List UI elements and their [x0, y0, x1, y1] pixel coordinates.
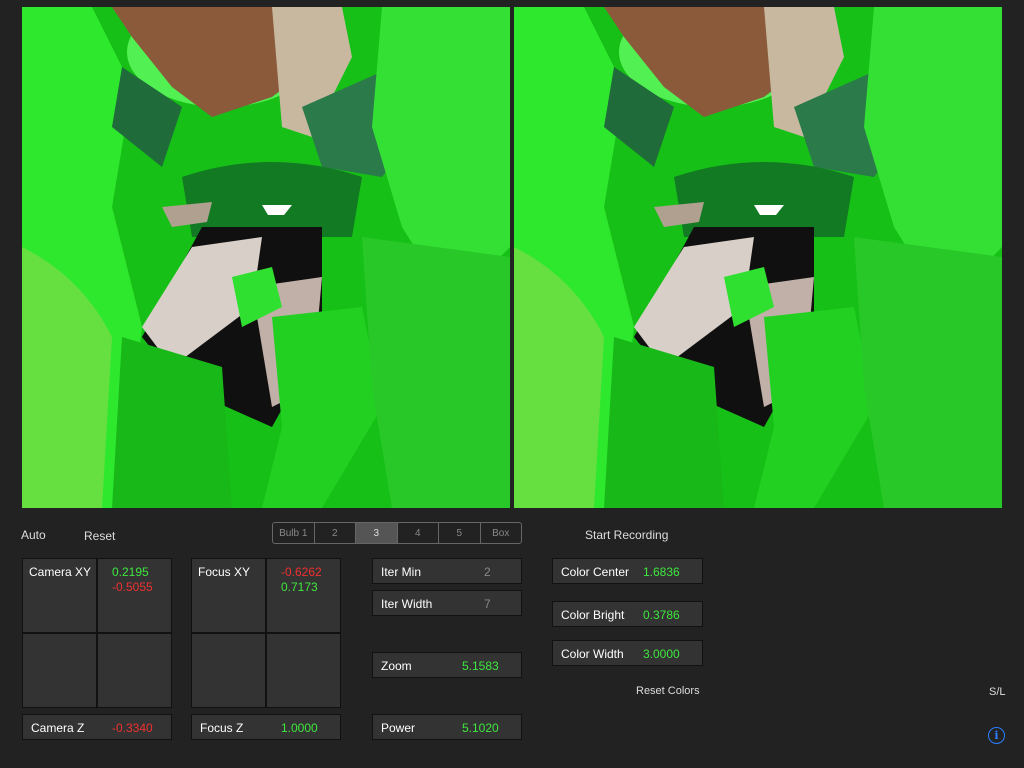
- fractal-render-right: [514, 7, 1002, 508]
- zoom-value: 5.1583: [462, 659, 499, 673]
- iter-min-widget[interactable]: Iter Min 2: [372, 558, 522, 584]
- color-width-value: 3.0000: [643, 647, 680, 661]
- tab-box[interactable]: Box: [481, 523, 522, 543]
- focus-xy-pad[interactable]: [191, 558, 341, 708]
- fractal-view-left[interactable]: [22, 7, 510, 508]
- fractal-render-left: [22, 7, 510, 508]
- camera-xy-label: Camera XY: [29, 565, 92, 579]
- color-bright-widget[interactable]: Color Bright 0.3786: [552, 601, 703, 627]
- focus-z-value: 1.0000: [281, 721, 318, 735]
- iter-min-value: 2: [484, 565, 491, 579]
- auto-button[interactable]: Auto: [21, 528, 46, 542]
- focus-y-value: 0.7173: [281, 580, 318, 594]
- color-width-label: Color Width: [561, 647, 624, 661]
- color-bright-label: Color Bright: [561, 608, 625, 622]
- camera-z-label: Camera Z: [31, 721, 85, 735]
- reset-button[interactable]: Reset: [84, 529, 115, 543]
- color-center-label: Color Center: [561, 565, 630, 579]
- tab-3[interactable]: 3: [356, 523, 398, 543]
- zoom-label: Zoom: [381, 659, 412, 673]
- camera-z-widget[interactable]: Camera Z -0.3340: [22, 714, 172, 740]
- focus-xy-label: Focus XY: [198, 565, 251, 579]
- tab-bulb-1[interactable]: Bulb 1: [273, 523, 315, 543]
- tab-2[interactable]: 2: [315, 523, 356, 543]
- iter-width-label: Iter Width: [381, 597, 433, 611]
- color-center-widget[interactable]: Color Center 1.6836: [552, 558, 703, 584]
- tab-5[interactable]: 5: [439, 523, 481, 543]
- pad-cell: [192, 634, 265, 707]
- zoom-widget[interactable]: Zoom 5.1583: [372, 652, 522, 678]
- camera-y-value: -0.5055: [112, 580, 153, 594]
- formula-selector: Bulb 1 2 3 4 5 Box: [272, 522, 522, 544]
- color-bright-value: 0.3786: [643, 608, 680, 622]
- color-width-widget[interactable]: Color Width 3.0000: [552, 640, 703, 666]
- info-icon[interactable]: i: [988, 727, 1005, 744]
- tab-4[interactable]: 4: [398, 523, 439, 543]
- start-recording-button[interactable]: Start Recording: [585, 528, 668, 542]
- color-center-value: 1.6836: [643, 565, 680, 579]
- iter-width-value: 7: [484, 597, 491, 611]
- focus-z-widget[interactable]: Focus Z 1.0000: [191, 714, 341, 740]
- pad-cell: [267, 634, 340, 707]
- power-label: Power: [381, 721, 416, 735]
- pad-cell: [23, 634, 96, 707]
- fractal-view-right[interactable]: [514, 7, 1002, 508]
- reset-colors-button[interactable]: Reset Colors: [636, 685, 700, 697]
- pad-cell: [98, 634, 171, 707]
- power-widget[interactable]: Power 5.1020: [372, 714, 522, 740]
- camera-z-value: -0.3340: [112, 721, 153, 735]
- camera-x-value: 0.2195: [112, 565, 149, 579]
- focus-z-label: Focus Z: [200, 721, 244, 735]
- focus-x-value: -0.6262: [281, 565, 322, 579]
- save-load-button[interactable]: S/L: [989, 686, 1006, 698]
- iter-width-widget[interactable]: Iter Width 7: [372, 590, 522, 616]
- iter-min-label: Iter Min: [381, 565, 422, 579]
- power-value: 5.1020: [462, 721, 499, 735]
